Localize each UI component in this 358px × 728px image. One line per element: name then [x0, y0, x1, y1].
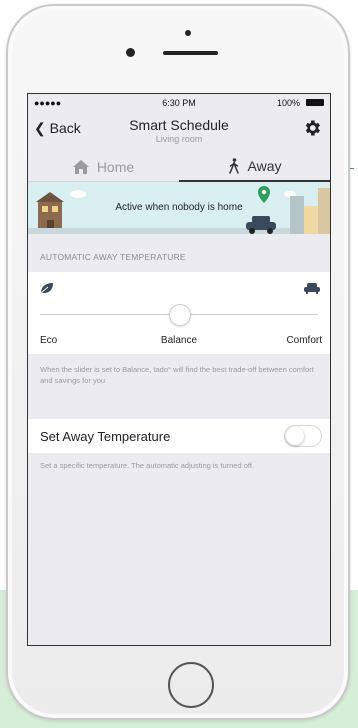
page-title: Smart Schedule [129, 117, 229, 133]
walking-person-icon [228, 158, 240, 174]
battery-percent: 100% [276, 98, 300, 108]
page-subtitle: Living room [155, 134, 203, 144]
status-bar: ●●●●● 6:30 PM 100% [28, 94, 330, 112]
section-header: AUTOMATIC AWAY TEMPERATURE [40, 252, 186, 262]
tab-home[interactable]: Home [28, 152, 179, 182]
sensor-dot [185, 30, 191, 36]
banner-text: Active when nobody is home [115, 202, 243, 213]
home-button[interactable] [168, 662, 214, 708]
mode-tabs: Home Away [28, 152, 330, 182]
navigation-bar: ❮ Back Smart Schedule Living room [28, 112, 330, 152]
set-away-temperature-toggle[interactable] [284, 425, 322, 447]
battery-icon [306, 99, 324, 106]
away-banner: Active when nobody is home [28, 182, 330, 234]
away-slider-thumb[interactable] [169, 304, 191, 326]
app-screen: ●●●●● 6:30 PM 100% ❮ Back Smart Schedule… [27, 93, 331, 646]
set-away-help-text: Set a specific temperature. The automati… [40, 461, 255, 470]
house-icon [72, 159, 89, 174]
sofa-icon [304, 283, 320, 294]
away-temperature-card: Eco Balance Comfort [28, 272, 330, 354]
set-away-temperature-label: Set Away Temperature [40, 429, 171, 444]
leaf-icon [40, 283, 53, 294]
tab-home-label: Home [96, 158, 135, 175]
slider-label-comfort: Comfort [286, 335, 322, 346]
earpiece-speaker [163, 51, 218, 55]
toggle-knob [286, 427, 304, 445]
tab-away[interactable]: Away [179, 152, 330, 182]
slider-help-text: When the slider is set to Balance, tado°… [40, 365, 314, 385]
tab-away-label: Away [247, 158, 282, 174]
set-away-temperature-row[interactable]: Set Away Temperature [28, 419, 330, 453]
front-camera [126, 48, 135, 57]
slider-label-balance: Balance [160, 335, 198, 346]
gear-icon[interactable] [302, 118, 322, 138]
